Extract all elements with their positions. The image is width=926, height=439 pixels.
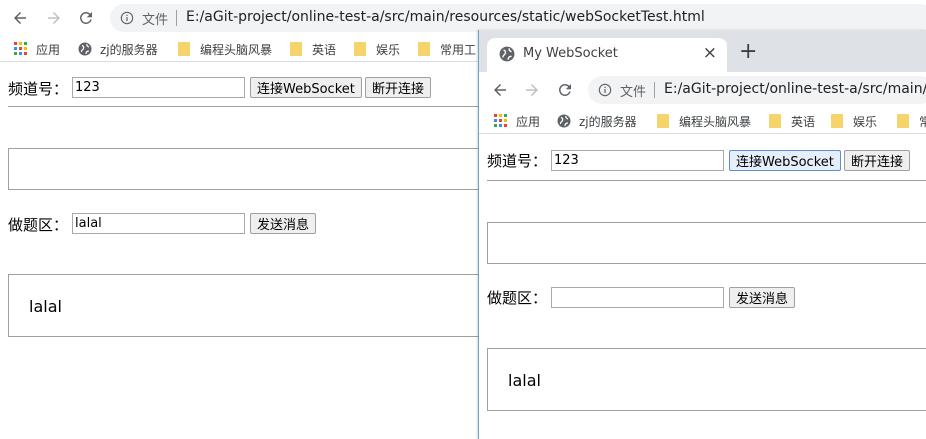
bookmark-label: 编程头脑风暴	[200, 42, 273, 57]
file-label: 文件	[620, 85, 647, 100]
forward-button[interactable]	[42, 6, 66, 30]
bookmark-brainstorm[interactable]: 编程头脑风暴	[657, 112, 751, 130]
bookmark-label: 应用	[36, 42, 61, 57]
url-text[interactable]: E:/aGit-project/online-test-a/src/main/	[664, 81, 926, 97]
status-box	[487, 222, 926, 264]
disconnect-button[interactable]: 断开连接	[844, 150, 911, 171]
status-box	[8, 148, 488, 190]
back-button[interactable]	[488, 78, 512, 102]
bookmark-label: 编程头脑风暴	[679, 114, 752, 129]
info-icon[interactable]	[120, 11, 134, 25]
bookmark-tools[interactable]: 常	[897, 112, 926, 130]
folder-icon	[354, 42, 366, 56]
arrow-right-icon	[48, 12, 60, 24]
browser-window-front: My WebSocket × + 文件 E:/aGit-project/onli…	[478, 30, 926, 439]
back-button[interactable]	[8, 6, 32, 30]
bookmark-apps[interactable]: 应用	[14, 40, 60, 58]
message-text: lalal	[508, 371, 541, 390]
divider	[8, 106, 488, 107]
bookmark-english[interactable]: 英语	[769, 112, 815, 130]
tab-my-websocket[interactable]: My WebSocket ×	[487, 38, 727, 72]
url-text[interactable]: E:/aGit-project/online-test-a/src/main/r…	[186, 9, 705, 25]
forward-button[interactable]	[520, 78, 544, 102]
bookmark-label: 常	[919, 113, 926, 130]
folder-icon	[897, 114, 909, 128]
channel-label: 频道号：	[8, 80, 69, 98]
bookmark-tools[interactable]: 常用工	[418, 40, 476, 58]
address-bar[interactable]: 文件 E:/aGit-project/online-test-a/src/mai…	[588, 76, 926, 104]
reload-icon	[558, 83, 571, 96]
connect-button[interactable]: 连接WebSocket	[250, 77, 362, 98]
bookmark-brainstorm[interactable]: 编程头脑风暴	[178, 40, 272, 58]
apps-grid-icon	[14, 42, 27, 55]
folder-icon	[418, 42, 430, 56]
url-separator	[654, 82, 655, 98]
message-text: lalal	[29, 297, 62, 316]
bookmarks-bar: 应用 zj的服务器 编程头脑风暴 英语 娱乐 常	[479, 108, 926, 134]
folder-icon	[831, 114, 843, 128]
info-icon[interactable]	[598, 83, 612, 97]
answer-label: 做题区：	[8, 216, 69, 234]
bookmark-english[interactable]: 英语	[290, 40, 336, 58]
disconnect-button[interactable]: 断开连接	[365, 77, 432, 98]
channel-label: 频道号：	[487, 152, 548, 170]
send-button[interactable]: 发送消息	[729, 287, 796, 308]
bookmark-label: 英语	[791, 114, 816, 129]
bookmark-entertainment[interactable]: 娱乐	[831, 112, 877, 130]
reload-button[interactable]	[553, 78, 577, 102]
send-button[interactable]: 发送消息	[250, 213, 317, 234]
tab-strip: My WebSocket × +	[479, 30, 926, 72]
channel-input[interactable]	[551, 150, 724, 171]
folder-icon	[178, 42, 190, 56]
tab-title: My WebSocket	[523, 46, 618, 61]
message-box: lalal	[487, 348, 926, 411]
new-tab-icon[interactable]: +	[739, 41, 757, 63]
bookmark-zj-server[interactable]: zj的服务器	[78, 40, 158, 58]
globe-icon	[499, 46, 515, 62]
reload-icon	[79, 11, 92, 24]
browser-toolbar: 文件 E:/aGit-project/online-test-a/src/mai…	[479, 72, 926, 108]
answer-label: 做题区：	[487, 289, 548, 307]
folder-icon	[657, 114, 669, 128]
close-icon[interactable]: ×	[703, 43, 717, 63]
folder-icon	[290, 42, 302, 56]
answer-input[interactable]	[551, 287, 724, 308]
bookmark-label: 常用工	[440, 42, 477, 57]
folder-icon	[769, 114, 781, 128]
reload-button[interactable]	[74, 6, 98, 30]
globe-icon	[78, 42, 92, 56]
connect-button[interactable]: 连接WebSocket	[729, 150, 841, 171]
bookmark-label: 娱乐	[376, 42, 401, 57]
bookmark-label: 应用	[516, 114, 541, 129]
globe-icon	[557, 114, 571, 128]
bookmark-label: 娱乐	[853, 114, 878, 129]
bookmark-zj-server[interactable]: zj的服务器	[557, 112, 637, 130]
bookmark-entertainment[interactable]: 娱乐	[354, 40, 400, 58]
arrow-right-icon	[526, 84, 538, 96]
divider	[487, 180, 926, 181]
address-bar[interactable]: 文件 E:/aGit-project/online-test-a/src/mai…	[110, 4, 926, 32]
apps-grid-icon	[494, 114, 507, 127]
answer-input[interactable]	[72, 213, 245, 234]
bookmark-label: 英语	[312, 42, 337, 57]
channel-input[interactable]	[72, 77, 245, 98]
arrow-left-icon	[494, 84, 506, 96]
bookmark-label: zj的服务器	[579, 114, 637, 129]
bookmark-label: zj的服务器	[100, 42, 158, 57]
url-separator	[176, 10, 177, 26]
file-label: 文件	[142, 13, 169, 28]
arrow-left-icon	[14, 12, 26, 24]
bookmark-apps[interactable]: 应用	[494, 112, 540, 130]
message-box: lalal	[8, 274, 488, 337]
